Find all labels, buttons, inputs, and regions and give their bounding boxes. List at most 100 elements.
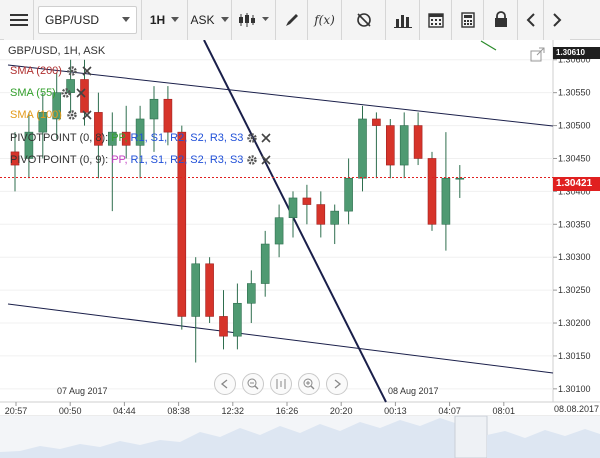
symbol-box[interactable]: GBP/USD <box>38 5 137 34</box>
pan-right-button[interactable] <box>326 373 348 395</box>
pivot-1-r2: R2, <box>170 132 188 144</box>
bullish-candle <box>330 210 340 225</box>
export-chart-button[interactable] <box>530 47 546 63</box>
studies-button[interactable] <box>386 0 420 40</box>
calculator-icon <box>460 11 475 28</box>
pencil-icon <box>285 13 298 26</box>
bullish-candle <box>344 177 353 212</box>
close-icon <box>261 133 271 143</box>
legend-pivot-1: PIVOTPOINT (0, 8): PP, R1, S1, R2, S2, R… <box>10 132 271 144</box>
arrow-left-icon <box>526 12 535 27</box>
date-axis-end-label: 08.08.2017 <box>554 404 600 414</box>
zoom-in-button[interactable] <box>298 373 320 395</box>
pivot-2-pp: PP, <box>111 154 128 166</box>
chevron-down-icon <box>122 16 130 22</box>
top-price-badge: 1.30610 <box>553 47 600 59</box>
sma-200-label: SMA (200) <box>10 65 62 77</box>
bearish-candle <box>413 125 423 159</box>
bullish-candle <box>233 302 242 337</box>
gear-icon <box>61 88 71 98</box>
function-icon: f(x) <box>314 12 335 27</box>
calculator-button[interactable] <box>452 0 484 40</box>
sma-55-label: SMA (55) <box>10 87 56 99</box>
symbol-label: GBP/USD <box>45 12 100 27</box>
sma-200-remove-button[interactable] <box>82 66 92 76</box>
gear-icon <box>247 133 258 143</box>
time-tick-label: 16:26 <box>276 406 299 416</box>
menu-button[interactable] <box>4 0 34 40</box>
zoom-out-button[interactable] <box>242 373 264 395</box>
calendar-icon <box>427 12 444 28</box>
bearish-candle <box>372 118 381 126</box>
pivot-1-s1: S1, <box>150 132 168 144</box>
calendar-button[interactable] <box>420 0 452 40</box>
lock-button[interactable] <box>484 0 518 40</box>
pivot-2-s2: S2, <box>190 154 207 166</box>
sma-100-remove-button[interactable] <box>82 110 92 120</box>
legend-sma-200: SMA (200) <box>10 65 92 77</box>
close-icon <box>82 66 92 76</box>
reset-view-button[interactable] <box>270 373 292 395</box>
zoom-out-icon <box>247 378 259 390</box>
timeframe-label: 1H <box>149 12 166 27</box>
bearish-candle <box>302 197 312 205</box>
chart-area[interactable]: 1.30600 1.30550 1.30500 1.30450 1.30400 1.303… <box>0 40 600 458</box>
bullish-candle <box>191 263 200 317</box>
scroll-right-button[interactable] <box>544 0 570 40</box>
symbol-selector[interactable]: GBP/USD <box>34 0 142 40</box>
sma-100-settings-button[interactable] <box>66 109 78 121</box>
bullish-candle <box>288 197 298 219</box>
price-tick-label: 1.30550 <box>558 88 591 98</box>
indicators-button[interactable]: f(x) <box>308 0 342 40</box>
pivot-1-remove-button[interactable] <box>261 133 271 143</box>
price-type-label: ASK <box>190 12 215 27</box>
bearish-candle <box>385 125 395 166</box>
date-label-2: 08 Aug 2017 <box>388 386 439 396</box>
pivot-2-r3: R3, <box>209 154 227 166</box>
bullish-candle <box>149 98 159 120</box>
time-tick-label: 00:13 <box>384 406 407 416</box>
compass-icon <box>356 12 371 27</box>
bullish-candle <box>274 217 284 245</box>
legend-pivot-2: PIVOTPOINT (0, 9): PP, R1, S1, R2, S2, R… <box>10 154 271 166</box>
sma-100-label: SMA (100) <box>10 109 62 121</box>
pivot-2-s1: S1, <box>150 154 168 166</box>
time-tick-label: 04:44 <box>113 406 136 416</box>
time-tick-label: 20:20 <box>330 406 353 416</box>
pivot-1-pp: PP, <box>111 132 128 144</box>
pivot-2-remove-button[interactable] <box>261 155 271 165</box>
sma-55-settings-button[interactable] <box>60 87 72 99</box>
sma-55-remove-button[interactable] <box>76 88 86 98</box>
pivot-1-settings-button[interactable] <box>246 132 258 144</box>
pivot-2-r1: R1, <box>130 154 148 166</box>
current-price-badge: 1.30421 <box>553 177 600 191</box>
close-icon <box>76 88 86 98</box>
price-tick-label: 1.30200 <box>558 318 591 328</box>
gear-icon <box>247 155 258 165</box>
tools-button[interactable] <box>342 0 386 40</box>
time-tick-label: 12:32 <box>222 406 245 416</box>
close-icon <box>82 110 92 120</box>
gear-icon <box>67 66 77 76</box>
chart-type-button[interactable] <box>232 0 276 40</box>
pivot-2-s3: S3 <box>229 154 244 166</box>
pan-left-button[interactable] <box>214 373 236 395</box>
candlestick-icon <box>239 12 255 27</box>
bullish-candle <box>455 177 465 180</box>
timeframe-dropdown[interactable]: 1H <box>142 0 188 40</box>
draw-tool-button[interactable] <box>276 0 308 40</box>
pivot-2-settings-button[interactable] <box>246 154 258 166</box>
time-tick-label: 00:50 <box>59 406 82 416</box>
lock-icon <box>494 11 507 27</box>
bullish-candle <box>399 125 409 166</box>
bullish-candle <box>260 243 270 284</box>
top-toolbar: GBP/USD 1H ASK f(x) <box>0 0 600 40</box>
hamburger-icon <box>9 13 28 26</box>
scroll-left-button[interactable] <box>518 0 544 40</box>
sma-200-settings-button[interactable] <box>66 65 78 77</box>
triangle-right-icon <box>334 379 342 389</box>
price-type-dropdown[interactable]: ASK <box>188 0 232 40</box>
price-tick-label: 1.30300 <box>558 252 591 262</box>
fit-icon <box>276 379 286 389</box>
pivot-1-prefix: PIVOTPOINT (0, 8): <box>10 132 109 144</box>
